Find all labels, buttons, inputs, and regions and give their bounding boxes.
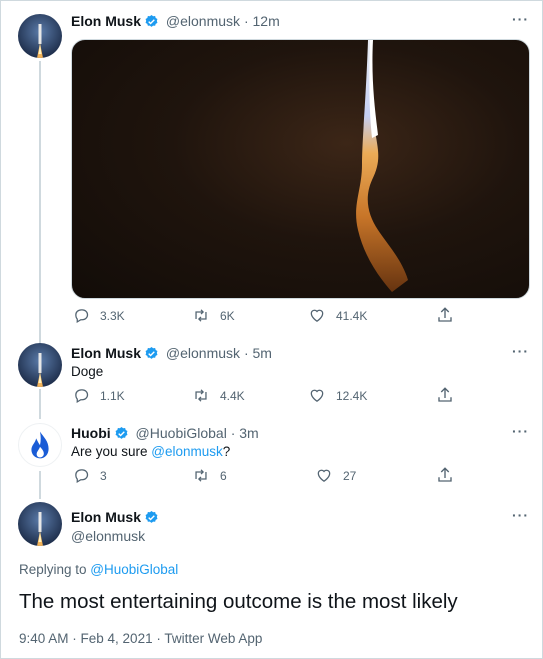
retweet-icon xyxy=(195,389,207,402)
author-name[interactable]: Elon Musk xyxy=(71,345,141,361)
tweet-header: Elon Musk xyxy=(71,509,162,528)
author-handle[interactable]: @elonmusk xyxy=(166,345,240,361)
tweet-time[interactable]: 12m xyxy=(253,13,280,29)
rocket-flame-icon xyxy=(356,40,408,292)
huobi-flame-icon xyxy=(31,431,49,459)
retweet-action[interactable]: 4.4K xyxy=(192,387,245,404)
reply-action[interactable]: 3 xyxy=(73,467,107,484)
verified-badge-icon xyxy=(114,426,129,444)
reply-icon xyxy=(75,389,89,404)
tweet-header: Elon Musk @elonmusk · 12m xyxy=(71,13,280,32)
like-action[interactable]: 27 xyxy=(315,467,356,484)
reply-count: 3.3K xyxy=(100,308,125,323)
share-icon xyxy=(438,387,452,402)
tweet-header: Huobi @HuobiGlobal · 3m xyxy=(71,425,259,444)
rocket-flame-icon xyxy=(18,502,62,546)
author-handle[interactable]: @HuobiGlobal xyxy=(136,425,227,441)
more-icon[interactable]: ··· xyxy=(512,507,529,523)
retweet-action[interactable]: 6 xyxy=(192,467,227,484)
like-action[interactable]: 41.4K xyxy=(308,307,367,324)
tweet-media[interactable] xyxy=(71,39,530,299)
share-icon xyxy=(438,307,452,322)
retweet-icon xyxy=(195,309,207,322)
verified-badge-icon xyxy=(144,510,159,528)
tweet-text: Are you sure @elonmusk? xyxy=(71,444,230,459)
verified-badge-icon xyxy=(144,14,159,32)
author-handle[interactable]: @elonmusk xyxy=(166,13,240,29)
more-icon[interactable]: ··· xyxy=(512,343,529,359)
retweet-action[interactable]: 6K xyxy=(192,307,235,324)
retweet-count: 4.4K xyxy=(220,388,245,403)
like-icon xyxy=(310,309,324,322)
avatar[interactable] xyxy=(18,14,62,58)
mention-link[interactable]: @elonmusk xyxy=(151,444,222,459)
retweet-icon xyxy=(195,469,207,482)
replying-to-label: Replying to xyxy=(19,562,91,577)
reply-count: 1.1K xyxy=(100,388,125,403)
tweet-time[interactable]: 5m xyxy=(253,345,272,361)
tweet-thread-card: Elon Musk @elonmusk · 12m ··· 3.3K 6K 41… xyxy=(0,0,543,659)
avatar[interactable] xyxy=(18,423,62,467)
share-action[interactable] xyxy=(436,466,454,484)
replying-to: Replying to @HuobiGlobal xyxy=(19,562,178,577)
thread-connector xyxy=(39,61,41,343)
like-count: 12.4K xyxy=(336,388,368,403)
tweet-header: Elon Musk @elonmusk · 5m xyxy=(71,345,272,364)
thread-connector xyxy=(39,389,41,419)
reply-count: 3 xyxy=(100,468,107,483)
like-icon xyxy=(310,389,324,402)
main-tweet-text: The most entertaining outcome is the mos… xyxy=(19,590,458,613)
more-icon[interactable]: ··· xyxy=(512,11,529,27)
avatar[interactable] xyxy=(18,343,62,387)
reply-icon xyxy=(75,309,89,324)
author-name[interactable]: Huobi xyxy=(71,425,111,441)
tweet-meta[interactable]: 9:40 AM · Feb 4, 2021 · Twitter Web App xyxy=(19,631,262,646)
rocket-flame-icon xyxy=(18,343,62,387)
like-icon xyxy=(317,469,331,482)
share-icon xyxy=(438,467,452,482)
retweet-count: 6K xyxy=(220,308,235,323)
retweet-count: 6 xyxy=(220,468,227,483)
share-action[interactable] xyxy=(436,386,454,404)
like-count: 27 xyxy=(343,468,357,483)
author-handle-row: @elonmusk xyxy=(71,528,145,544)
rocket-flame-icon xyxy=(18,14,62,58)
reply-icon xyxy=(75,469,89,484)
separator: · xyxy=(243,13,249,29)
more-icon[interactable]: ··· xyxy=(512,423,529,439)
verified-badge-icon xyxy=(144,346,159,364)
reply-action[interactable]: 3.3K xyxy=(73,307,125,324)
thread-connector xyxy=(39,471,41,499)
author-name[interactable]: Elon Musk xyxy=(71,509,141,525)
share-action[interactable] xyxy=(436,306,454,324)
replying-to-link[interactable]: @HuobiGlobal xyxy=(90,562,178,577)
tweet-text-prefix: Are you sure xyxy=(71,444,152,459)
reply-action[interactable]: 1.1K xyxy=(73,387,125,404)
separator: · xyxy=(243,345,249,361)
tweet-text-suffix: ? xyxy=(222,444,231,459)
like-count: 41.4K xyxy=(336,308,368,323)
separator: · xyxy=(230,425,236,441)
avatar[interactable] xyxy=(18,502,62,546)
tweet-time[interactable]: 3m xyxy=(239,425,258,441)
author-handle[interactable]: @elonmusk xyxy=(71,528,145,544)
tweet-text: Doge xyxy=(71,364,104,379)
author-name[interactable]: Elon Musk xyxy=(71,13,141,29)
like-action[interactable]: 12.4K xyxy=(308,387,367,404)
